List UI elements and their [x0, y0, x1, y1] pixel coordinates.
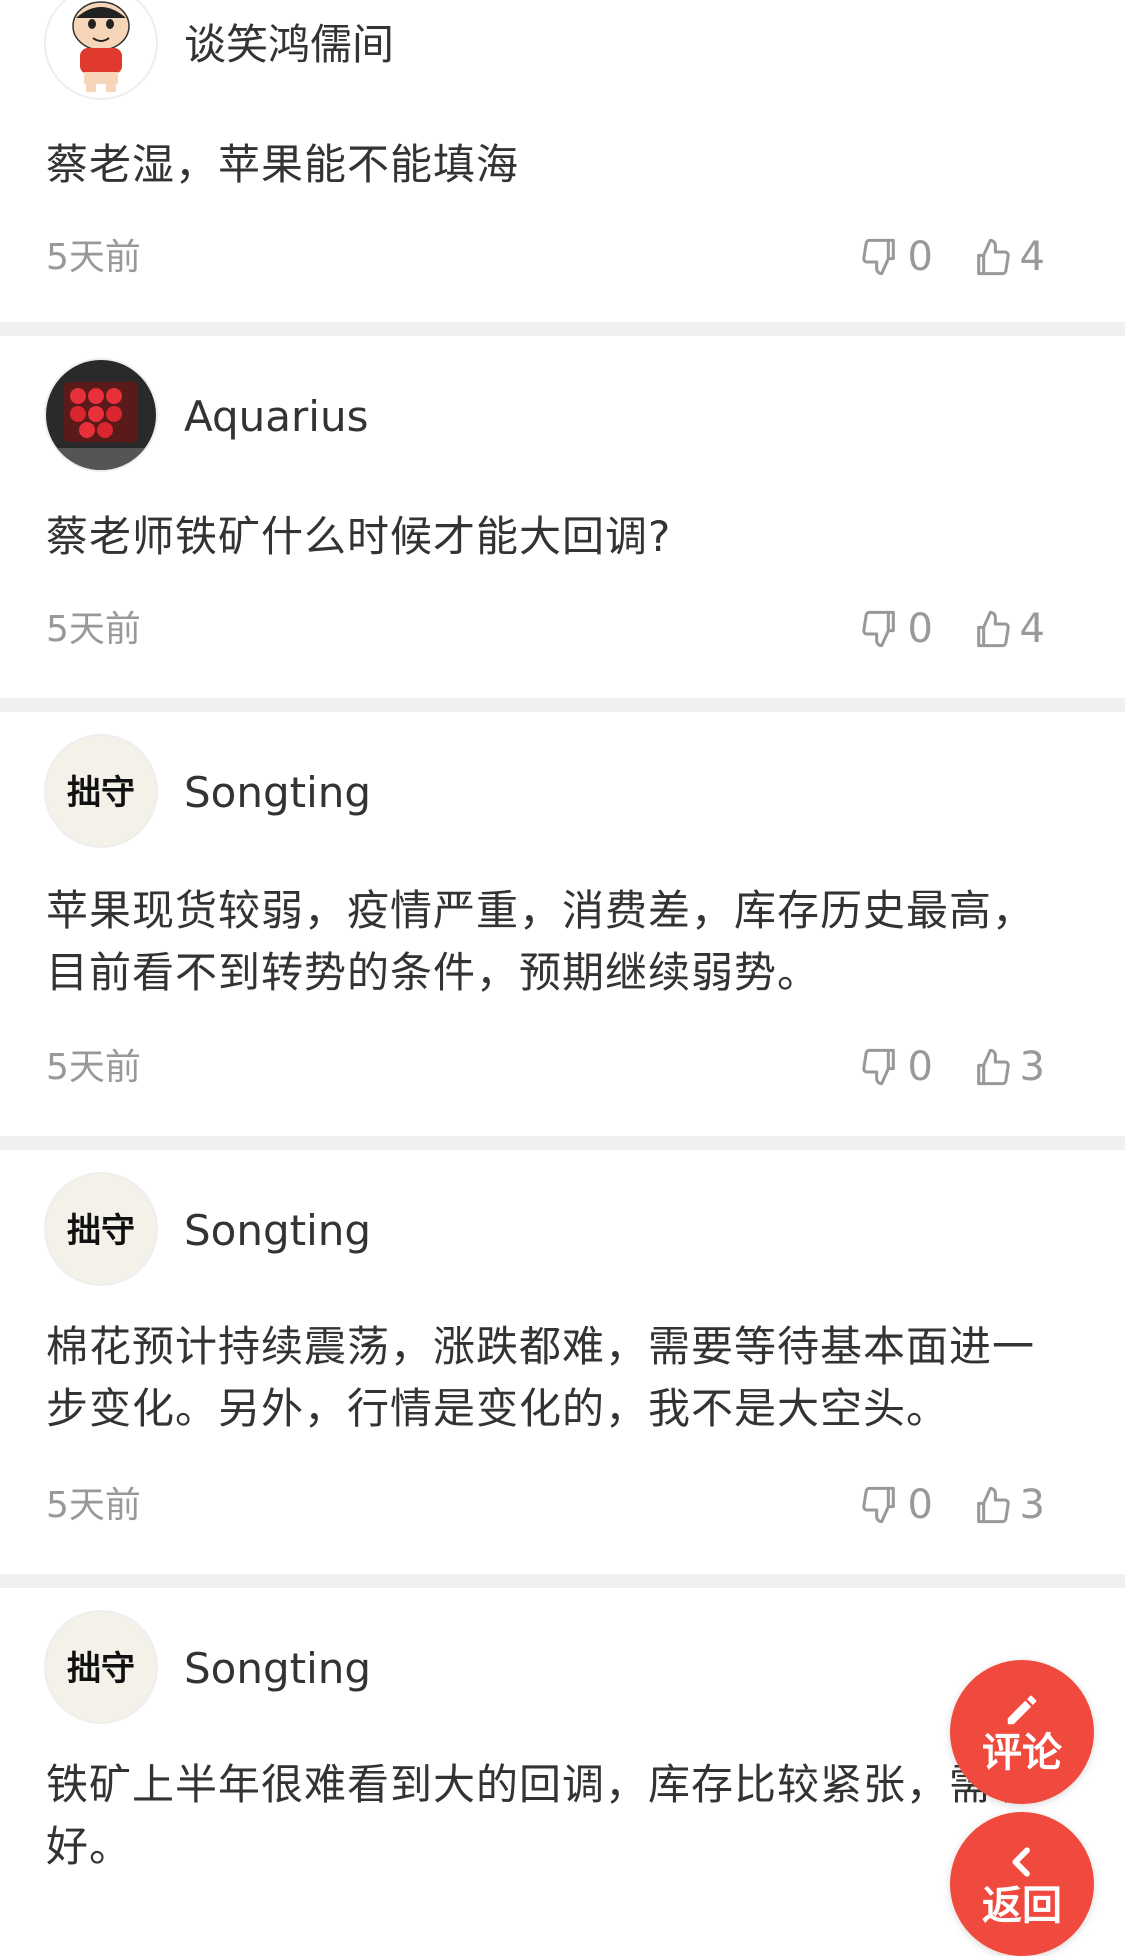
thumbs-up-icon [976, 610, 1010, 648]
like-count: 3 [1019, 1044, 1045, 1090]
like-button[interactable]: 3 [972, 1480, 1045, 1530]
calligraphy-avatar-icon: 拙守 [46, 1612, 156, 1722]
like-button[interactable]: 4 [972, 232, 1045, 282]
comment-meta: 5天前 0 3 [46, 1042, 1045, 1092]
dislike-count: 0 [907, 1044, 933, 1090]
comment-meta: 5天前 0 3 [46, 1480, 1045, 1530]
calligraphy-avatar-icon: 拙守 [46, 736, 156, 846]
comment-text: 棉花预计持续震荡，涨跌都难，需要等待基本面进一步变化。另外，行情是变化的，我不是… [46, 1322, 1036, 1433]
thumbs-down-icon [861, 610, 895, 648]
avatar-calligraphy-text: 拙守 [67, 773, 135, 813]
dislike-button[interactable]: 0 [860, 232, 933, 282]
red-fruit-box-avatar-icon [46, 360, 156, 470]
comment-item: 拙守 Songting 苹果现货较弱，疫情严重，消费差，库存历史最高，目前看不到… [0, 712, 1125, 1136]
like-button[interactable]: 4 [972, 604, 1045, 654]
divider [0, 698, 1125, 712]
like-button[interactable]: 3 [972, 1042, 1045, 1092]
avatar-calligraphy-text: 拙守 [67, 1649, 135, 1689]
thumbs-down-icon [861, 1486, 895, 1524]
back-button[interactable]: 返回 [950, 1812, 1094, 1956]
comment-text: 蔡老湿，苹果能不能填海 [46, 140, 520, 189]
divider [0, 322, 1125, 336]
comment-item: 拙守 Songting 棉花预计持续震荡，涨跌都难，需要等待基本面进一步变化。另… [0, 1150, 1125, 1574]
avatar[interactable] [46, 0, 156, 98]
comment-time: 5天前 [46, 1047, 141, 1088]
avatar[interactable]: 拙守 [46, 736, 156, 846]
dislike-count: 0 [907, 1482, 933, 1528]
like-count: 4 [1019, 606, 1045, 652]
comment-meta: 5天前 0 4 [46, 604, 1045, 654]
username[interactable]: Songting [184, 1648, 371, 1690]
comment-item: 谈笑鸿儒间 蔡老湿，苹果能不能填海 5天前 0 4 [0, 0, 1125, 322]
dislike-button[interactable]: 0 [860, 1480, 933, 1530]
thumbs-down-icon [861, 1048, 895, 1086]
comment-button-label: 评论 [982, 1730, 1062, 1776]
calligraphy-avatar-icon: 拙守 [46, 1174, 156, 1284]
thumbs-up-icon [976, 1048, 1010, 1086]
avatar[interactable]: 拙守 [46, 1612, 156, 1722]
comment-time: 5天前 [46, 609, 141, 650]
thumbs-up-icon [976, 238, 1010, 276]
avatar[interactable] [46, 360, 156, 470]
avatar-calligraphy-text: 拙守 [67, 1211, 135, 1251]
like-count: 3 [1019, 1482, 1045, 1528]
chevron-left-icon [1012, 1847, 1030, 1877]
thumbs-down-icon [861, 238, 895, 276]
comment-text: 铁矿上半年很难看到大的回调，库存比较紧张，需求好。 [46, 1760, 1036, 1871]
comment-text: 苹果现货较弱，疫情严重，消费差，库存历史最高，目前看不到转势的条件，预期继续弱势… [46, 886, 1036, 997]
username[interactable]: Songting [184, 1210, 371, 1252]
divider [0, 1574, 1125, 1588]
username[interactable]: Aquarius [184, 396, 368, 438]
dislike-count: 0 [907, 606, 933, 652]
dislike-button[interactable]: 0 [860, 604, 933, 654]
username[interactable]: 谈笑鸿儒间 [184, 24, 394, 66]
comment-feed: 谈笑鸿儒间 蔡老湿，苹果能不能填海 5天前 0 4 Aquarius 蔡老师铁矿… [0, 0, 1125, 1918]
username[interactable]: Songting [184, 772, 371, 814]
comment-time: 5天前 [46, 1485, 141, 1526]
comment-button[interactable]: 评论 [950, 1660, 1094, 1804]
pencil-icon [1007, 1695, 1037, 1725]
avatar[interactable]: 拙守 [46, 1174, 156, 1284]
comment-time: 5天前 [46, 237, 141, 278]
divider [0, 1136, 1125, 1150]
comment-text: 蔡老师铁矿什么时候才能大回调? [46, 512, 672, 561]
back-button-label: 返回 [982, 1883, 1062, 1929]
thumbs-up-icon [976, 1486, 1010, 1524]
cartoon-boy-avatar-icon [46, 0, 156, 98]
comment-meta: 5天前 0 4 [46, 232, 1045, 282]
comment-item: Aquarius 蔡老师铁矿什么时候才能大回调? 5天前 0 4 [0, 336, 1125, 698]
dislike-button[interactable]: 0 [860, 1042, 933, 1092]
like-count: 4 [1019, 234, 1045, 280]
dislike-count: 0 [907, 234, 933, 280]
